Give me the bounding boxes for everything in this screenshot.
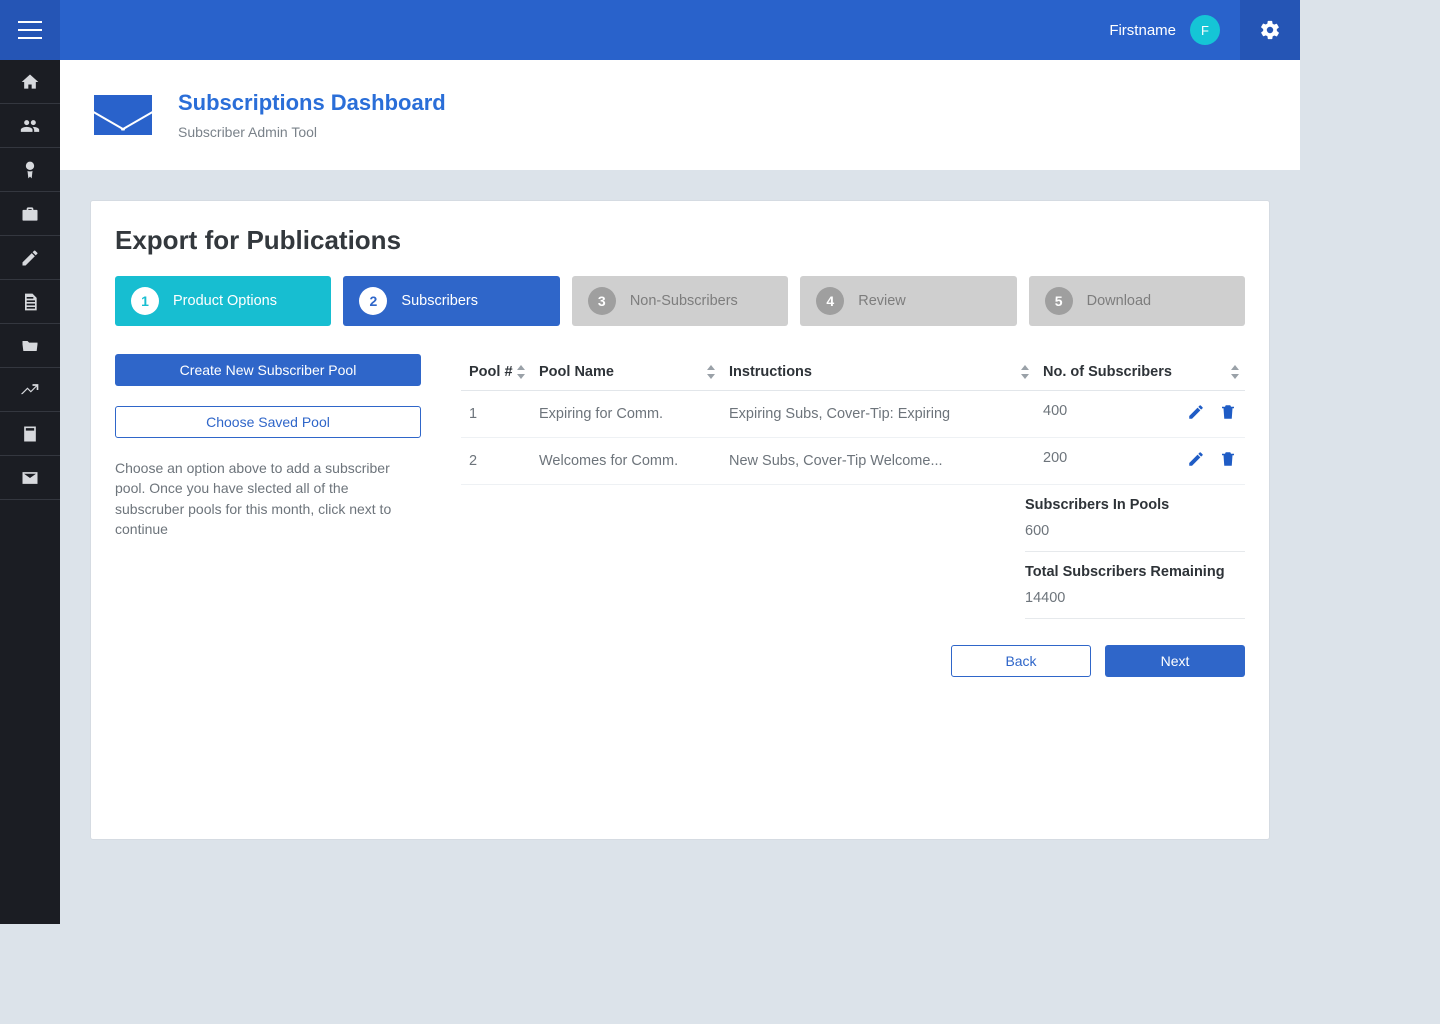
pool-table-pane: Pool # Pool Name Instructions No. of Sub… [461, 354, 1245, 677]
back-button[interactable]: Back [951, 645, 1091, 677]
rail-briefcase[interactable] [0, 192, 60, 236]
calculator-icon [20, 424, 40, 444]
step-4[interactable]: 4 Review [800, 276, 1016, 326]
top-bar: Firstname F [0, 0, 1300, 60]
rail-edit[interactable] [0, 236, 60, 280]
username-label: Firstname [1109, 22, 1176, 39]
cell-instructions: New Subs, Cover-Tip Welcome... [721, 438, 1035, 485]
step-5[interactable]: 5 Download [1029, 276, 1245, 326]
rail-awards[interactable] [0, 148, 60, 192]
avatar: F [1190, 15, 1220, 45]
gear-icon [1259, 19, 1281, 41]
hamburger-icon [18, 21, 42, 39]
help-text: Choose an option above to add a subscrib… [115, 458, 421, 539]
step-3[interactable]: 3 Non-Subscribers [572, 276, 788, 326]
cell-subs-actions: 200 [1035, 438, 1245, 485]
page-header: Subscriptions Dashboard Subscriber Admin… [60, 60, 1300, 170]
briefcase-icon [20, 204, 40, 224]
rail-trends[interactable] [0, 368, 60, 412]
left-controls: Create New Subscriber Pool Choose Saved … [115, 354, 421, 539]
user-menu[interactable]: Firstname F [1109, 15, 1228, 45]
cell-pool-name: Expiring for Comm. [531, 391, 721, 438]
users-icon [20, 116, 40, 136]
content-card: Export for Publications 1 Product Option… [90, 200, 1270, 840]
folder-icon [20, 336, 40, 356]
main-area: Subscriptions Dashboard Subscriber Admin… [60, 60, 1300, 924]
stepper: 1 Product Options 2 Subscribers 3 Non-Su… [115, 276, 1245, 326]
summary-remaining-label: Total Subscribers Remaining [1025, 564, 1245, 580]
sort-icon [707, 365, 715, 379]
rail-home[interactable] [0, 60, 60, 104]
rail-docs[interactable] [0, 280, 60, 324]
home-icon [20, 72, 40, 92]
table-row: 2 Welcomes for Comm. New Subs, Cover-Tip… [461, 438, 1245, 485]
page-subtitle: Subscriber Admin Tool [178, 124, 446, 140]
document-icon [20, 292, 40, 312]
cell-pool-name: Welcomes for Comm. [531, 438, 721, 485]
trend-icon [20, 380, 40, 400]
edit-icon[interactable] [1187, 403, 1205, 421]
rail-folder[interactable] [0, 324, 60, 368]
delete-icon[interactable] [1219, 450, 1237, 468]
cell-pool-no: 1 [461, 391, 531, 438]
mail-icon [20, 468, 40, 488]
cell-instructions: Expiring Subs, Cover-Tip: Expiring [721, 391, 1035, 438]
rail-calc[interactable] [0, 412, 60, 456]
sort-icon [1021, 365, 1029, 379]
cell-subs-actions: 400 [1035, 391, 1245, 438]
sort-icon [1231, 365, 1239, 379]
table-row: 1 Expiring for Comm. Expiring Subs, Cove… [461, 391, 1245, 438]
page-title: Subscriptions Dashboard [178, 90, 446, 116]
sort-icon [517, 365, 525, 379]
th-pool-name[interactable]: Pool Name [531, 354, 721, 391]
edit-icon[interactable] [1187, 450, 1205, 468]
summary-in-pools-value: 600 [1025, 523, 1245, 539]
cell-pool-no: 2 [461, 438, 531, 485]
award-icon [20, 160, 40, 180]
step-2[interactable]: 2 Subscribers [343, 276, 559, 326]
rail-mail[interactable] [0, 456, 60, 500]
cell-subs: 200 [1043, 450, 1067, 466]
summary-in-pools-label: Subscribers In Pools [1025, 497, 1245, 513]
th-subscribers[interactable]: No. of Subscribers [1035, 354, 1245, 391]
pencil-icon [20, 248, 40, 268]
next-button[interactable]: Next [1105, 645, 1245, 677]
summary-remaining-value: 14400 [1025, 590, 1245, 606]
envelope-icon [94, 95, 152, 135]
menu-toggle[interactable] [0, 0, 60, 60]
summary-box: Subscribers In Pools 600 Total Subscribe… [1025, 485, 1245, 619]
cell-subs: 400 [1043, 403, 1067, 419]
side-rail [0, 60, 60, 924]
delete-icon[interactable] [1219, 403, 1237, 421]
rail-users[interactable] [0, 104, 60, 148]
step-1[interactable]: 1 Product Options [115, 276, 331, 326]
wizard-nav: Back Next [461, 645, 1245, 677]
th-pool-no[interactable]: Pool # [461, 354, 531, 391]
section-title: Export for Publications [115, 225, 1245, 256]
choose-pool-button[interactable]: Choose Saved Pool [115, 406, 421, 438]
create-pool-button[interactable]: Create New Subscriber Pool [115, 354, 421, 386]
th-instructions[interactable]: Instructions [721, 354, 1035, 391]
pool-table: Pool # Pool Name Instructions No. of Sub… [461, 354, 1245, 485]
settings-button[interactable] [1240, 0, 1300, 60]
